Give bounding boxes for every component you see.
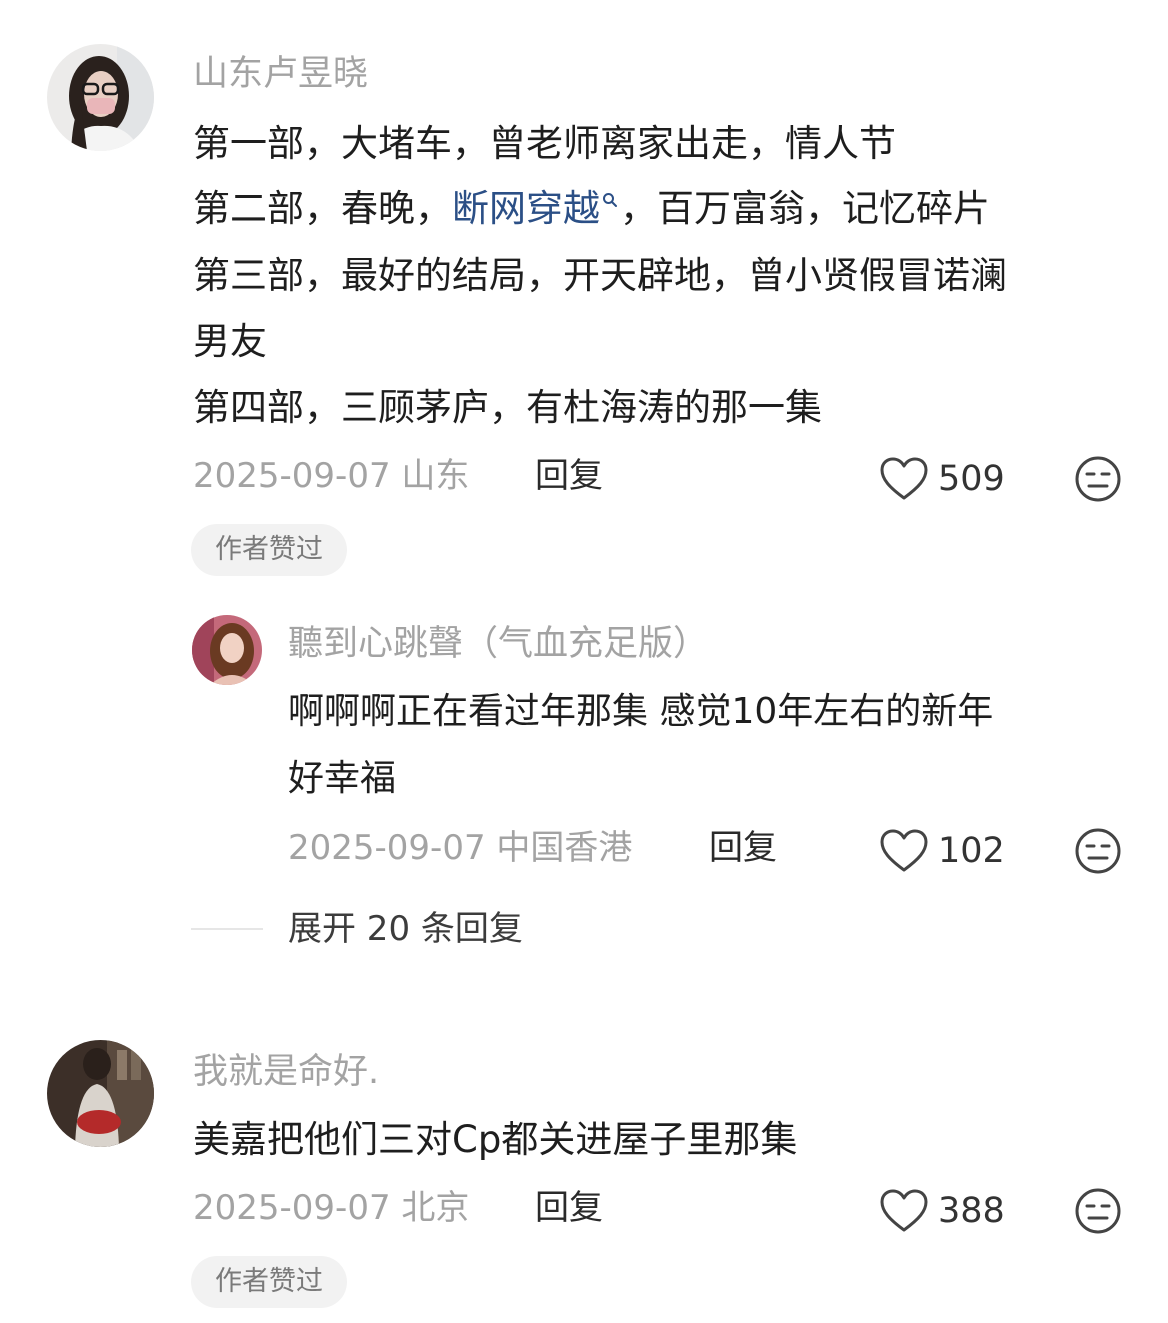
author-liked-badge: 作者赞过 — [191, 1256, 347, 1308]
reply-text-line: 啊啊啊正在看过年那集 感觉10年左右的新年 — [288, 691, 994, 732]
comment-text-line: 美嘉把他们三对Cp都关进屋子里那集 — [193, 1118, 798, 1161]
search-icon — [603, 192, 617, 207]
reply-date: 2025-09-07 — [288, 828, 486, 868]
reply-username[interactable]: 聽到心跳聲（气血充足版） — [288, 627, 708, 662]
heart-outline-icon — [880, 829, 928, 872]
dislike-button[interactable] — [1074, 827, 1122, 875]
comment-text-line: 第二部，春晚，断网穿越 ，百万富翁，记忆碎片 — [193, 190, 990, 227]
like-count: 509 — [938, 459, 1005, 499]
comment-text-line: 男友 — [193, 320, 267, 363]
avatar-image — [47, 44, 154, 151]
avatar-image — [47, 1040, 154, 1147]
comment-location: 北京 — [401, 1188, 470, 1228]
reply: 聽到心跳聲（气血充足版） 啊啊啊正在看过年那集 感觉10年左右的新年 好幸福 2… — [0, 600, 1168, 946]
comment-text-segment: 第二部，春晚， — [193, 187, 452, 230]
avatar[interactable] — [192, 615, 262, 685]
expand-divider — [191, 928, 263, 930]
comment-meta: 2025-09-07 北京 — [193, 1191, 469, 1225]
reply-button[interactable]: 回复 — [709, 831, 777, 865]
expand-replies-button[interactable]: 展开 20 条回复 — [288, 912, 523, 946]
like-button[interactable] — [879, 828, 929, 874]
avatar[interactable] — [47, 44, 154, 151]
like-count: 388 — [938, 1191, 1005, 1231]
comment-text-line: 第一部，大堵车，曾老师离家出走，情人节 — [193, 122, 896, 165]
comment-text-segment: ，百万富翁，记忆碎片 — [620, 187, 990, 230]
comment-username[interactable]: 山东卢昱晓 — [193, 57, 368, 92]
comment-text-line: 第四部，三顾茅庐，有杜海涛的那一集 — [193, 386, 822, 429]
meh-face-icon — [1075, 828, 1121, 874]
comment: 山东卢昱晓 第一部，大堵车，曾老师离家出走，情人节 第二部，春晚，断网穿越 ，百万… — [0, 0, 1168, 600]
author-liked-badge: 作者赞过 — [191, 524, 347, 576]
like-count: 102 — [938, 831, 1005, 871]
comment-username[interactable]: 我就是命好. — [193, 1055, 379, 1090]
comment-location: 山东 — [401, 456, 470, 496]
like-button[interactable] — [879, 1188, 929, 1234]
like-button[interactable] — [879, 456, 929, 502]
comment: 我就是命好. 美嘉把他们三对Cp都关进屋子里那集 2025-09-07 北京 回… — [0, 1000, 1168, 1323]
avatar-image — [192, 615, 262, 685]
comment-meta: 2025-09-07 山东 — [193, 459, 469, 493]
reply-text-line: 好幸福 — [288, 758, 397, 799]
reply-button[interactable]: 回复 — [535, 1191, 603, 1225]
comment-text-line: 第三部，最好的结局，开天辟地，曾小贤假冒诺澜 — [193, 254, 1007, 297]
reply-meta: 2025-09-07 中国香港 — [288, 831, 632, 865]
meh-face-icon — [1075, 456, 1121, 502]
comment-date: 2025-09-07 — [193, 456, 391, 496]
dislike-button[interactable] — [1074, 455, 1122, 503]
comment-date: 2025-09-07 — [193, 1188, 391, 1228]
dislike-button[interactable] — [1074, 1187, 1122, 1235]
meh-face-icon — [1075, 1188, 1121, 1234]
search-link-text: 断网穿越 — [452, 187, 600, 230]
heart-outline-icon — [880, 457, 928, 500]
avatar[interactable] — [47, 1040, 154, 1147]
search-link[interactable]: 断网穿越 — [452, 187, 620, 230]
heart-outline-icon — [880, 1189, 928, 1232]
reply-location: 中国香港 — [496, 828, 633, 868]
reply-button[interactable]: 回复 — [535, 459, 603, 493]
